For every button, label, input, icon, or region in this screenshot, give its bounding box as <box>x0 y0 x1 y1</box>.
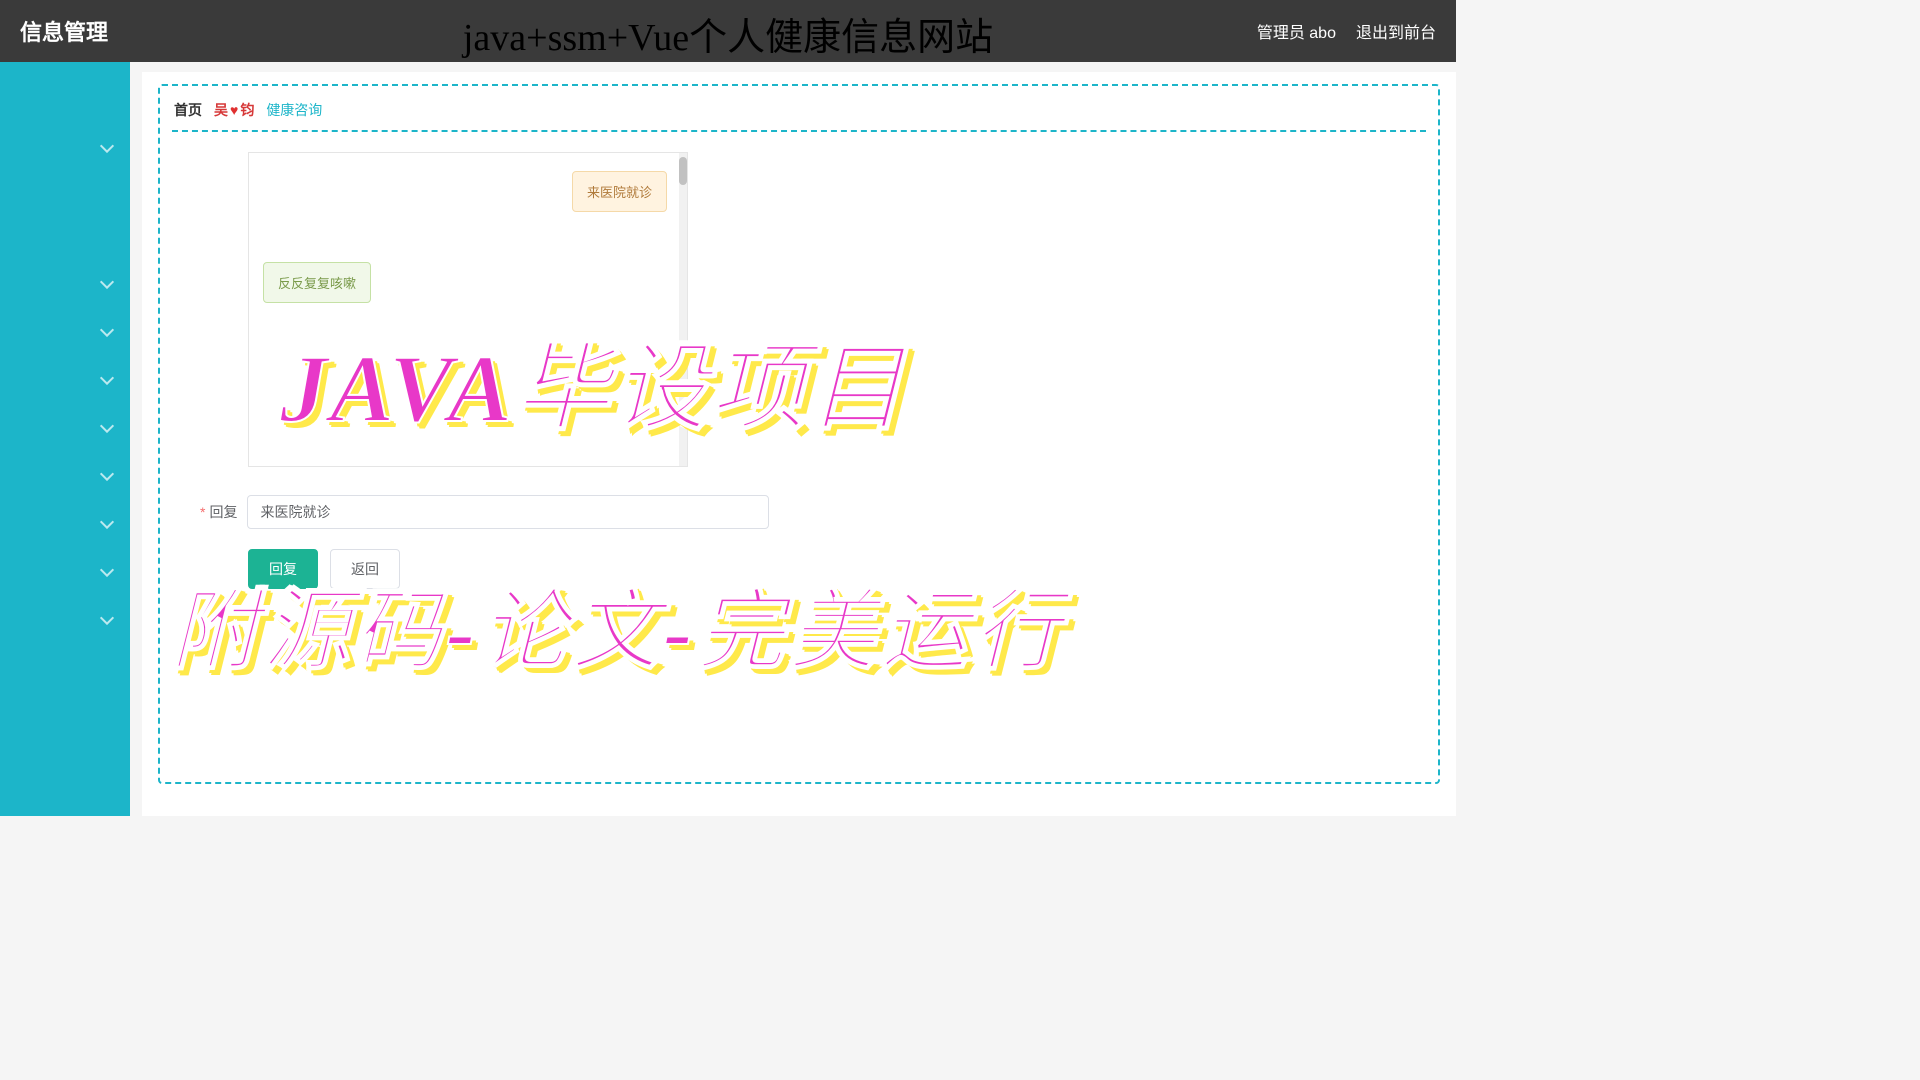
chevron-down-icon <box>100 563 114 577</box>
sidebar-item-7[interactable] <box>0 546 130 594</box>
chevron-down-icon <box>100 139 114 153</box>
chevron-down-icon <box>100 323 114 337</box>
admin-label[interactable]: 管理员 abo <box>1257 19 1336 43</box>
sidebar-item-1[interactable] <box>0 258 130 306</box>
sidebar-item-4[interactable] <box>0 402 130 450</box>
sidebar-item-3[interactable] <box>0 354 130 402</box>
heart-icon: ♥ <box>230 102 238 118</box>
reply-input[interactable] <box>247 495 769 529</box>
breadcrumb: 首页 吴 ♥ 钧 健康咨询 <box>172 96 1426 132</box>
breadcrumb-current: 健康咨询 <box>266 100 322 120</box>
chat-panel: 来医院就诊 反反复复咳嗽 <box>248 152 688 467</box>
reply-label-text: 回复 <box>209 504 237 520</box>
header-right: 管理员 abo 退出到前台 <box>1257 19 1436 43</box>
breadcrumb-home[interactable]: 首页 <box>174 100 202 120</box>
scrollbar-thumb[interactable] <box>679 157 687 185</box>
video-title-overlay: java+ssm+Vue个人健康信息网站 <box>451 0 1005 67</box>
app-title: 信息管理 <box>20 15 108 47</box>
user-suffix: 钧 <box>240 100 254 120</box>
reply-button[interactable]: 回复 <box>248 549 318 589</box>
back-button[interactable]: 返回 <box>330 549 400 589</box>
reply-label: *回复 <box>200 502 237 522</box>
chevron-down-icon <box>100 611 114 625</box>
sidebar-item-2[interactable] <box>0 306 130 354</box>
logout-link[interactable]: 退出到前台 <box>1356 19 1436 43</box>
chevron-down-icon <box>100 419 114 433</box>
main-content: 首页 吴 ♥ 钧 健康咨询 来医院就诊 反反复复咳嗽 *回复 <box>142 72 1456 816</box>
chat-message-outgoing: 来医院就诊 <box>572 171 667 212</box>
content-panel: 首页 吴 ♥ 钧 健康咨询 来医院就诊 反反复复咳嗽 *回复 <box>158 84 1440 784</box>
button-row: 回复 返回 <box>248 549 1426 589</box>
chat-scrollbar[interactable] <box>679 153 687 466</box>
sidebar-item-6[interactable] <box>0 498 130 546</box>
sidebar-item-0[interactable] <box>0 122 130 170</box>
sidebar-item-5[interactable] <box>0 450 130 498</box>
chat-message-incoming: 反反复复咳嗽 <box>263 262 371 303</box>
breadcrumb-user[interactable]: 吴 ♥ 钧 <box>214 100 254 120</box>
reply-form-row: *回复 <box>200 495 1426 529</box>
chevron-down-icon <box>100 275 114 289</box>
chevron-down-icon <box>100 515 114 529</box>
chevron-down-icon <box>100 467 114 481</box>
sidebar-item-8[interactable] <box>0 594 130 642</box>
required-mark: * <box>200 504 205 520</box>
layout: 首页 吴 ♥ 钧 健康咨询 来医院就诊 反反复复咳嗽 *回复 <box>0 62 1456 816</box>
chevron-down-icon <box>100 371 114 385</box>
sidebar <box>0 62 130 816</box>
user-prefix: 吴 <box>214 100 228 120</box>
